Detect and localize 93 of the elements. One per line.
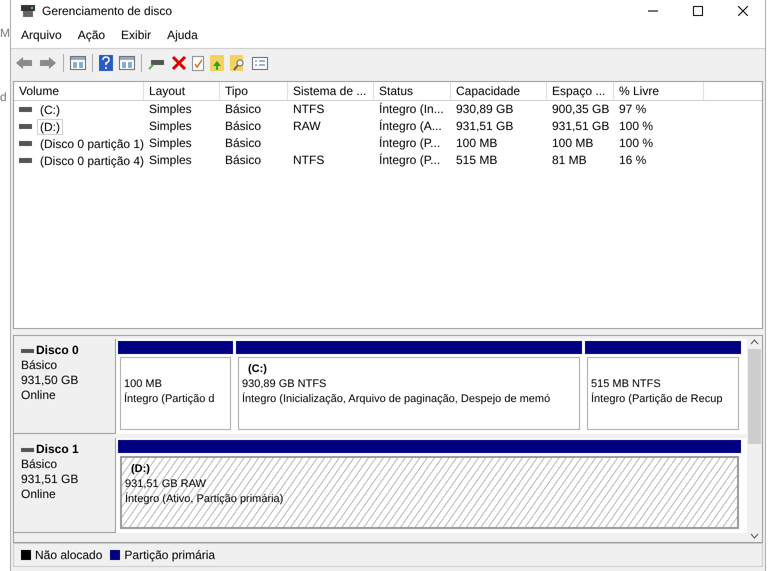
close-icon (738, 6, 748, 16)
partition-size: 931,51 GB RAW (125, 477, 207, 492)
table-cell: 16 % (619, 152, 646, 169)
properties-list-icon[interactable] (252, 56, 268, 70)
disk-size: 931,50 GB (21, 373, 80, 388)
table-cell: 100 % (619, 135, 654, 152)
column-header[interactable]: Sistema de ... (288, 82, 374, 100)
drive-icon (19, 107, 32, 112)
partition-label: (C:) (247, 362, 268, 377)
drive-icon (19, 158, 32, 163)
table-cell: 515 MB (456, 152, 498, 169)
forward-arrow-icon[interactable] (39, 56, 57, 70)
table-cell[interactable]: (Disco 0 partição 4) (37, 152, 148, 168)
disk-name: Disco 0 (36, 343, 79, 358)
menu-item[interactable]: Ajuda (159, 28, 206, 42)
partition-block[interactable]: (D:) 931,51 GB RAW Íntegro (Ativo, Partição primária) (120, 456, 739, 529)
table-cell[interactable]: (Disco 0 partição 1) (37, 136, 148, 152)
table-cell: Básico (225, 101, 262, 118)
disk-drive-icon (20, 4, 36, 18)
background-text: d (0, 90, 7, 104)
table-cell: 931,51 GB (552, 118, 610, 135)
menu-item[interactable]: Ação (70, 28, 114, 42)
drive-icon (19, 124, 32, 129)
disk-type: Básico (21, 358, 58, 373)
partition-size: 930,89 GB NTFS (242, 377, 328, 392)
partition-block[interactable]: (C:) 930,89 GB NTFS Íntegro (Inicialização, Arquivo de paginação, Despejo de memó (238, 357, 580, 430)
column-header[interactable]: Capacidade (451, 82, 547, 100)
back-arrow-icon[interactable] (15, 56, 33, 70)
table-cell: Básico (225, 152, 262, 169)
table-cell: Simples (149, 152, 192, 169)
partition-size: 515 MB NTFS (591, 377, 662, 392)
partition-status: Íntegro (Ativo, Partição primária) (125, 492, 284, 507)
table-cell: Íntegro (P... (379, 152, 440, 169)
table-cell: NTFS (293, 101, 324, 118)
background-text: M (0, 26, 10, 40)
table-cell[interactable]: (D:) (37, 118, 63, 134)
table-cell: Íntegro (A... (379, 118, 442, 135)
table-cell[interactable]: (C:) (37, 102, 63, 118)
table-cell: Básico (225, 118, 262, 135)
scroll-up-icon[interactable] (750, 339, 759, 345)
drive-icon (19, 141, 32, 146)
drive-icon (21, 348, 34, 352)
partition-block[interactable]: 100 MB Íntegro (Partição d (120, 357, 231, 430)
partition-label: (D:) (130, 462, 151, 477)
table-cell: Íntegro (P... (379, 135, 440, 152)
table-cell: 100 MB (456, 135, 498, 152)
maximize-icon (692, 6, 702, 16)
disk-name: Disco 1 (36, 442, 79, 457)
partition-size: 100 MB (124, 377, 163, 392)
table-cell: 81 MB (552, 152, 587, 169)
table-cell: 100 % (619, 118, 654, 135)
help-icon[interactable] (99, 55, 113, 71)
action-pane-icon[interactable] (119, 56, 135, 70)
table-cell: 931,51 GB (456, 118, 514, 135)
column-header[interactable]: Tipo (220, 82, 288, 100)
legend-label: Partição primária (124, 548, 216, 562)
disk-size: 931,51 GB (21, 472, 80, 487)
table-cell: Simples (149, 101, 192, 118)
partition-status: Íntegro (Inicialização, Arquivo de paginação, Despejo de memó (242, 392, 552, 407)
folder-search-icon[interactable] (230, 55, 246, 71)
table-cell: RAW (293, 118, 321, 135)
partition-status: Íntegro (Partição d (124, 392, 216, 407)
table-cell: Íntegro (In... (379, 101, 444, 118)
console-tree-icon[interactable] (70, 56, 86, 70)
column-header[interactable]: Status (374, 82, 451, 100)
drive-icon (21, 448, 34, 452)
table-cell: Simples (149, 118, 192, 135)
table-cell: 97 % (619, 101, 646, 118)
disk-status: Online (21, 487, 57, 502)
check-page-icon[interactable] (192, 56, 204, 70)
disk-status: Online (21, 388, 57, 403)
scrollbar[interactable] (747, 336, 762, 542)
scroll-down-icon[interactable] (750, 533, 759, 539)
delete-icon[interactable] (172, 56, 186, 70)
table-cell: NTFS (293, 152, 324, 169)
table-cell: 930,89 GB (456, 101, 514, 118)
table-cell: 900,35 GB (552, 101, 610, 118)
table-cell: Básico (225, 135, 262, 152)
column-header[interactable]: Layout (144, 82, 220, 100)
column-header[interactable]: % Livre (614, 82, 704, 100)
column-header[interactable]: Volume (14, 82, 144, 100)
table-cell: 100 MB (552, 135, 594, 152)
disk-info-panel[interactable]: Disco 1 Básico 931,51 GB Online (14, 438, 116, 533)
disk-info-panel[interactable]: Disco 0 Básico 931,50 GB Online (14, 339, 116, 434)
partition-status: Íntegro (Partição de Recup (591, 392, 724, 407)
table-cell: Simples (149, 135, 192, 152)
partition-block[interactable]: 515 MB NTFS Íntegro (Partição de Recup (587, 357, 739, 430)
menu-item[interactable]: Arquivo (13, 28, 70, 42)
legend-label: Não alocado (35, 548, 102, 562)
column-header[interactable]: Espaço ... (547, 82, 614, 100)
window-title: Gerenciamento de disco (42, 4, 172, 18)
menu-item[interactable]: Exibir (113, 28, 160, 42)
disk-type: Básico (21, 457, 58, 472)
